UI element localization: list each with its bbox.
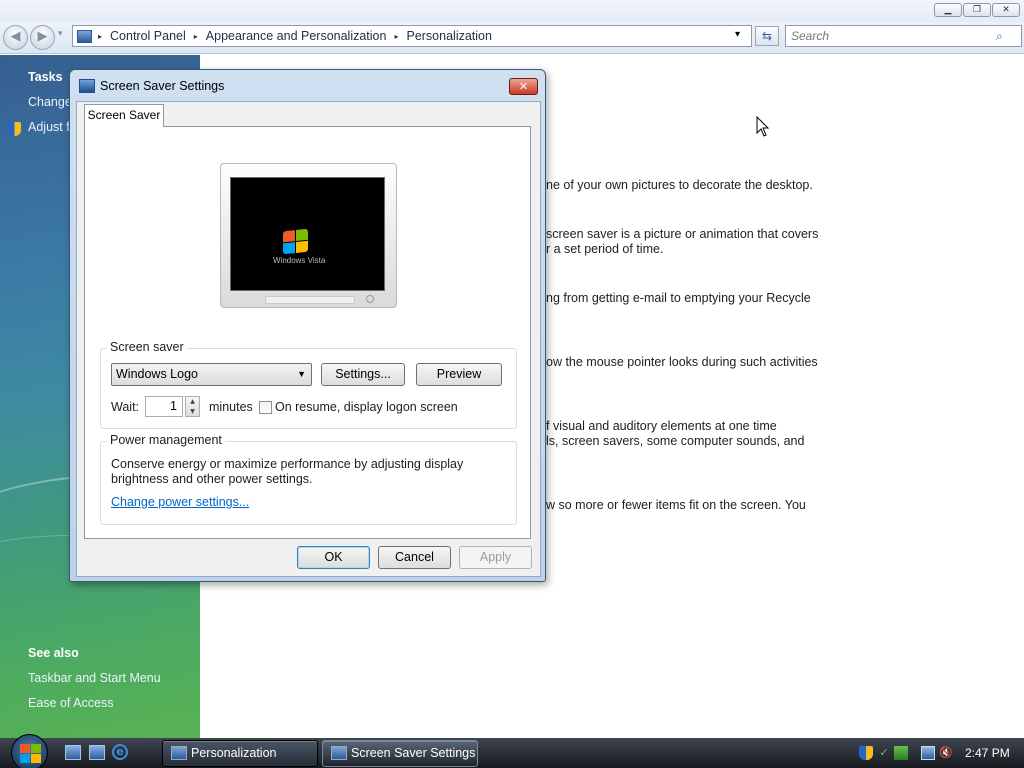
cancel-button[interactable]: Cancel — [378, 546, 451, 569]
screen-saver-group: Screen saver Windows Logo ▼ Settings... … — [100, 340, 517, 429]
security-shield-icon[interactable] — [859, 746, 873, 760]
start-flag-green-pane — [31, 744, 41, 753]
taskbar: e Personalization Screen Saver Settings … — [0, 734, 1024, 768]
wait-spinner[interactable]: ▲ ▼ — [185, 396, 200, 417]
clock[interactable]: 2:47 PM — [965, 746, 1010, 760]
uac-shield-icon — [8, 122, 21, 136]
monitor-power-icon — [366, 295, 374, 303]
main-text-line: w so more or fewer items fit on the scre… — [546, 498, 806, 512]
flag-red-pane — [283, 230, 295, 243]
main-text-line: ne of your own pictures to decorate the … — [546, 178, 813, 192]
resume-logon-checkbox[interactable] — [259, 401, 272, 414]
task-link-change[interactable]: Change — [28, 95, 72, 109]
start-flag-yellow-pane — [31, 754, 41, 763]
network-icon[interactable] — [921, 746, 935, 760]
search-input[interactable] — [786, 29, 996, 43]
window-close-button[interactable]: ✕ — [992, 3, 1020, 17]
flag-yellow-pane — [296, 240, 308, 253]
minimize-button[interactable]: ▁ — [934, 3, 962, 17]
minutes-label: minutes — [209, 400, 253, 414]
show-desktop-icon[interactable] — [65, 745, 81, 760]
tasks-heading: Tasks — [28, 70, 63, 84]
power-management-group: Power management Conserve energy or maxi… — [100, 433, 517, 525]
window-titlebar: ▁ ❐ ✕ — [0, 0, 1024, 22]
screen-saver-dialog: Screen Saver Settings ✕ Screen Saver Win… — [69, 69, 546, 582]
main-text-line: ls, screen savers, some computer sounds,… — [546, 434, 805, 448]
power-description-line: Conserve energy or maximize performance … — [111, 457, 464, 471]
tab-screen-saver[interactable]: Screen Saver — [84, 104, 164, 127]
address-dropdown-icon[interactable]: ▾ — [735, 29, 740, 40]
taskbar-item-screen-saver-settings[interactable]: Screen Saver Settings — [322, 740, 478, 767]
see-also-ease-of-access-link[interactable]: Ease of Access — [28, 696, 113, 710]
dialog-close-button[interactable]: ✕ — [509, 78, 538, 95]
tab-panel: Windows Vista Screen saver Windows Logo … — [84, 126, 531, 539]
search-box[interactable]: ⌕ — [785, 25, 1022, 47]
taskbar-item-personalization[interactable]: Personalization — [162, 740, 318, 767]
forward-button[interactable]: ▶ — [30, 25, 55, 50]
settings-button[interactable]: Settings... — [321, 363, 405, 386]
main-text-line: ow the mouse pointer looks during such a… — [546, 355, 818, 369]
safely-remove-icon[interactable]: ✓ — [877, 746, 891, 760]
recent-pages-button[interactable]: ▾ — [58, 29, 63, 39]
start-flag-blue-pane — [20, 754, 30, 763]
personalization-icon — [171, 746, 187, 760]
search-icon[interactable]: ⌕ — [996, 29, 1003, 44]
preview-monitor: Windows Vista — [220, 163, 397, 308]
address-bar[interactable]: ▸ Control Panel ▸ Appearance and Persona… — [72, 25, 752, 47]
start-button[interactable] — [11, 734, 48, 768]
main-text-line: ng from getting e-mail to emptying your … — [546, 291, 811, 305]
dialog-body: Screen Saver Windows Vista Screen saver — [76, 101, 541, 577]
back-button[interactable]: ◀ — [3, 25, 28, 50]
see-also-taskbar-link[interactable]: Taskbar and Start Menu — [28, 671, 161, 685]
taskbar-item-label: Screen Saver Settings — [351, 746, 476, 760]
task-link-adjust[interactable]: Adjust f — [28, 120, 70, 134]
control-panel-icon — [77, 29, 92, 43]
mouse-cursor-icon — [756, 116, 770, 137]
breadcrumb-separator-icon[interactable]: ▸ — [194, 32, 198, 41]
screen-saver-select[interactable]: Windows Logo ▼ — [111, 363, 312, 386]
refresh-button[interactable]: ⇆ — [755, 26, 779, 46]
screen-saver-selected-value: Windows Logo — [116, 367, 198, 381]
wait-label: Wait: — [111, 400, 140, 414]
change-power-settings-link[interactable]: Change power settings... — [111, 495, 249, 509]
resume-logon-label[interactable]: On resume, display logon screen — [275, 400, 458, 414]
breadcrumb-separator-icon[interactable]: ▸ — [394, 32, 398, 41]
apply-button[interactable]: Apply — [459, 546, 532, 569]
windows-flag-icon — [283, 228, 309, 256]
main-text-line: f visual and auditory elements at one ti… — [546, 419, 777, 433]
breadcrumb-control-panel[interactable]: Control Panel — [110, 29, 186, 43]
power-management-group-label: Power management — [107, 433, 225, 447]
internet-explorer-icon[interactable]: e — [112, 744, 128, 760]
taskbar-item-label: Personalization — [191, 746, 277, 760]
preview-logo-text: Windows Vista — [273, 256, 326, 265]
windows-update-icon[interactable] — [894, 746, 908, 760]
breadcrumb-personalization[interactable]: Personalization — [406, 29, 491, 43]
monitor-stand-bar — [265, 296, 355, 304]
screen-saver-group-label: Screen saver — [107, 340, 187, 354]
main-text-line: screen saver is a picture or animation t… — [546, 227, 819, 241]
ok-button[interactable]: OK — [297, 546, 370, 569]
volume-muted-icon[interactable]: 🔇 — [939, 746, 953, 760]
dialog-title: Screen Saver Settings — [100, 79, 225, 93]
screen-saver-icon — [331, 746, 347, 760]
flag-blue-pane — [283, 242, 295, 255]
start-flag-red-pane — [20, 744, 30, 753]
main-text-line: r a set period of time. — [546, 242, 664, 256]
power-description-line: brightness and other power settings. — [111, 472, 313, 486]
wait-minutes-input[interactable]: 1 — [145, 396, 183, 417]
switch-windows-icon[interactable] — [89, 745, 105, 760]
breadcrumb-appearance[interactable]: Appearance and Personalization — [206, 29, 387, 43]
screen-saver-app-icon — [79, 79, 95, 93]
preview-screen: Windows Vista — [230, 177, 385, 291]
restore-button[interactable]: ❐ — [963, 3, 991, 17]
navigation-bar: ◀ ▶ ▾ ▸ Control Panel ▸ Appearance and P… — [0, 22, 1024, 54]
chevron-down-icon: ▼ — [297, 369, 306, 379]
see-also-heading: See also — [28, 646, 79, 660]
breadcrumb-separator-icon: ▸ — [98, 31, 103, 41]
spin-up-icon[interactable]: ▲ — [186, 397, 199, 407]
spin-down-icon[interactable]: ▼ — [186, 407, 199, 417]
preview-button[interactable]: Preview — [416, 363, 502, 386]
flag-green-pane — [296, 228, 308, 241]
